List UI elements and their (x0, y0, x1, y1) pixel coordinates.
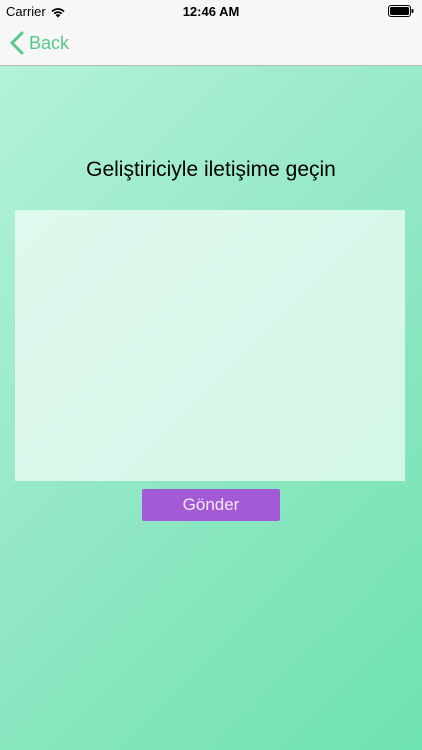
page-title: Geliştiriciyle iletişime geçin (86, 158, 336, 181)
status-time: 12:46 AM (182, 4, 240, 19)
back-button[interactable]: Back (10, 31, 69, 55)
status-bar: Carrier 12:46 AM (0, 0, 422, 22)
send-button[interactable]: Gönder (142, 489, 280, 521)
back-label: Back (29, 32, 70, 53)
battery-icon (388, 5, 414, 17)
message-input[interactable] (15, 210, 405, 481)
chevron-left-icon (10, 31, 24, 55)
navigation-bar: Back (0, 22, 422, 66)
contact-content: Geliştiriciyle iletişime geçin Gönder (0, 66, 422, 750)
